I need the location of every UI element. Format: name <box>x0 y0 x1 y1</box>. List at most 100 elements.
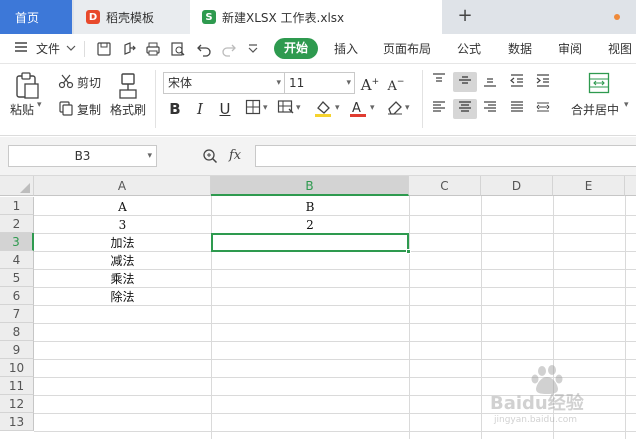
column-header-d[interactable]: D <box>481 176 553 196</box>
row-header-9[interactable]: 9 <box>0 341 34 359</box>
justify-icon[interactable] <box>507 99 527 119</box>
row-header-8[interactable]: 8 <box>0 323 34 341</box>
column-header-e[interactable]: E <box>553 176 625 196</box>
row-header-2[interactable]: 2 <box>0 215 34 233</box>
paste-chevron-icon[interactable]: ▾ <box>37 100 42 110</box>
paste-button[interactable]: 粘贴 <box>10 101 34 118</box>
font-color-icon[interactable]: A <box>348 98 368 118</box>
cut-button[interactable]: 剪切 <box>77 74 101 91</box>
align-bottom-icon[interactable] <box>480 72 500 92</box>
row-header-10[interactable]: 10 <box>0 359 34 377</box>
column-header-f[interactable] <box>625 176 636 196</box>
chevron-down-icon[interactable]: ▾ <box>263 103 268 113</box>
decrease-font-size-icon[interactable]: A− <box>386 72 406 94</box>
new-tab-button[interactable]: + <box>455 5 475 27</box>
chevron-down-icon[interactable]: ▾ <box>335 103 340 113</box>
chevron-down-icon[interactable] <box>66 42 76 56</box>
row-header-11[interactable]: 11 <box>0 377 34 395</box>
watermark-brand: Baidu经验 <box>490 393 584 414</box>
merge-center-icon[interactable] <box>588 72 610 97</box>
align-center-icon[interactable] <box>453 99 477 119</box>
chevron-down-icon: ▾ <box>147 151 152 161</box>
cell-b2[interactable]: 2 <box>211 216 409 234</box>
borders-icon[interactable] <box>243 99 263 119</box>
decrease-indent-icon[interactable] <box>507 72 527 92</box>
row-header-13[interactable]: 13 <box>0 413 34 431</box>
increase-indent-icon[interactable] <box>533 72 553 92</box>
quick-access-more-icon[interactable] <box>247 43 263 59</box>
chevron-down-icon[interactable]: ▾ <box>405 103 410 113</box>
cell-a5[interactable]: 乘法 <box>34 270 211 288</box>
tab-home[interactable]: 首页 <box>0 0 72 34</box>
fill-pattern-icon[interactable] <box>276 99 296 119</box>
cell-b1[interactable]: B <box>211 198 409 216</box>
save-icon[interactable] <box>96 41 112 57</box>
formula-input[interactable] <box>255 145 636 167</box>
fill-color-icon[interactable] <box>313 98 333 118</box>
watermark-url: jingyan.baidu.com <box>494 415 578 425</box>
font-size-select[interactable]: 11 ▾ <box>284 72 355 94</box>
align-top-icon[interactable] <box>429 72 449 92</box>
menu-tab-page-layout[interactable]: 页面布局 <box>383 40 431 57</box>
merge-center-button[interactable]: 合并居中 <box>571 101 619 118</box>
insert-function-icon[interactable]: fx <box>229 148 241 163</box>
format-painter-icon[interactable] <box>117 72 139 103</box>
cell-a6[interactable]: 除法 <box>34 288 211 306</box>
menu-tab-insert[interactable]: 插入 <box>334 40 358 57</box>
spreadsheet-logo-icon: S <box>202 10 216 24</box>
cell-a2[interactable]: 3 <box>34 216 211 234</box>
cell-a4[interactable]: 减法 <box>34 252 211 270</box>
scissors-icon[interactable] <box>58 73 74 92</box>
gridline <box>34 359 636 360</box>
menu-file[interactable]: 文件 <box>36 40 60 57</box>
format-painter-button[interactable]: 格式刷 <box>110 101 146 118</box>
print-preview-icon[interactable] <box>170 41 186 57</box>
row-header-3[interactable]: 3 <box>0 233 34 251</box>
hamburger-icon[interactable] <box>14 40 28 57</box>
tab-current-file[interactable]: S 新建XLSX 工作表.xlsx <box>190 0 620 34</box>
redo-icon[interactable] <box>221 41 237 57</box>
row-header-5[interactable]: 5 <box>0 269 34 287</box>
row-header-7[interactable]: 7 <box>0 305 34 323</box>
daoke-logo-icon: D <box>86 10 100 24</box>
merge-chevron-icon[interactable]: ▾ <box>624 100 629 110</box>
chevron-down-icon[interactable]: ▾ <box>296 103 301 113</box>
menu-tab-view[interactable]: 视图 <box>608 40 632 57</box>
underline-icon[interactable]: U <box>215 99 235 119</box>
active-cell-b3[interactable] <box>211 233 409 252</box>
copy-button[interactable]: 复制 <box>77 101 101 118</box>
italic-icon[interactable]: I <box>190 99 210 119</box>
menu-tab-start[interactable]: 开始 <box>274 38 318 59</box>
align-middle-icon[interactable] <box>453 72 477 92</box>
cell-a3[interactable]: 加法 <box>34 234 211 252</box>
row-header-4[interactable]: 4 <box>0 251 34 269</box>
row-header-1[interactable]: 1 <box>0 197 34 215</box>
distributed-align-icon[interactable] <box>533 99 553 119</box>
fill-handle[interactable] <box>406 249 411 254</box>
print-icon[interactable] <box>145 41 161 57</box>
column-header-b[interactable]: B <box>211 176 409 196</box>
export-icon[interactable] <box>121 41 137 57</box>
column-header-a[interactable]: A <box>34 176 211 196</box>
column-header-c[interactable]: C <box>409 176 481 196</box>
row-header-12[interactable]: 12 <box>0 395 34 413</box>
increase-font-size-icon[interactable]: A+ <box>360 72 380 94</box>
menu-tab-data[interactable]: 数据 <box>508 40 532 57</box>
chevron-down-icon[interactable]: ▾ <box>370 103 375 113</box>
name-box[interactable]: B3 ▾ <box>8 145 157 167</box>
undo-icon[interactable] <box>196 41 212 57</box>
menu-tab-review[interactable]: 审阅 <box>558 40 582 57</box>
align-left-icon[interactable] <box>429 99 449 119</box>
font-name-select[interactable]: 宋体 ▾ <box>163 72 285 94</box>
zoom-search-icon[interactable] <box>202 148 218 167</box>
clear-eraser-icon[interactable] <box>385 98 405 118</box>
row-header-6[interactable]: 6 <box>0 287 34 305</box>
tab-daoke-templates[interactable]: D 稻壳模板 <box>74 0 190 34</box>
bold-icon[interactable]: B <box>165 99 185 119</box>
paste-icon[interactable] <box>14 72 40 103</box>
select-all-corner[interactable] <box>0 176 34 196</box>
menu-tab-formulas[interactable]: 公式 <box>457 40 481 57</box>
cell-a1[interactable]: A <box>34 198 211 216</box>
copy-icon[interactable] <box>58 100 74 119</box>
align-right-icon[interactable] <box>480 99 500 119</box>
